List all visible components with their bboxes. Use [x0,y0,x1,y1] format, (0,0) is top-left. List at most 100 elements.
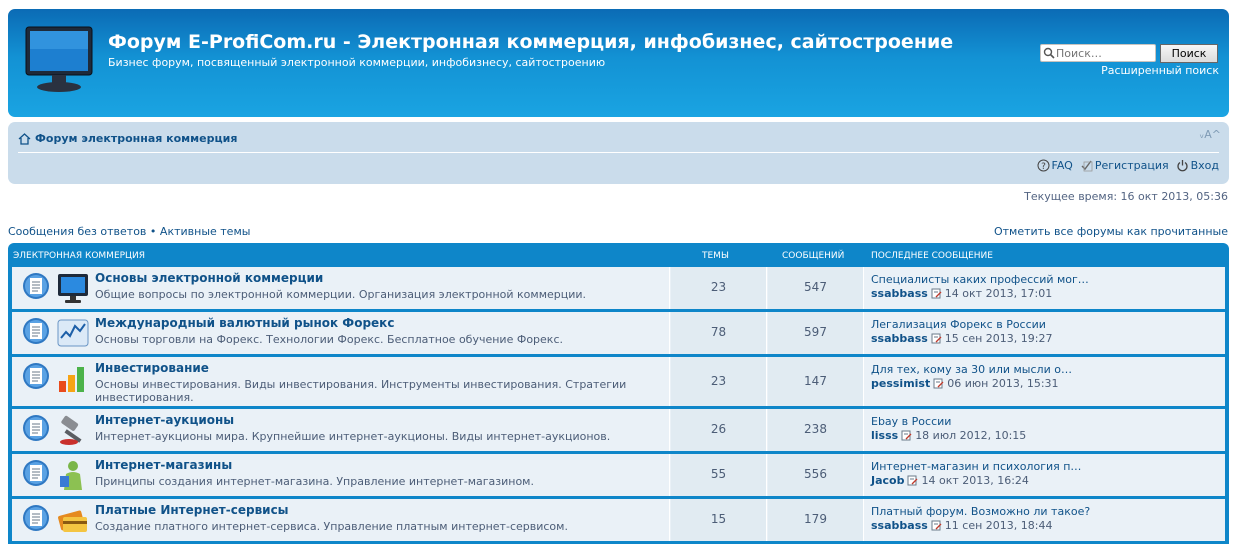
forum-posts-cell: 179 [768,499,864,541]
faq-link[interactable]: ? FAQ [1037,159,1073,172]
monitor-logo-icon[interactable] [22,21,96,95]
last-post-title-link[interactable]: Специалисты каких профессий мог… [871,273,1089,286]
forum-row[interactable]: Основы электронной коммерции Общие вопрос… [12,267,1225,309]
search-input[interactable] [1056,46,1154,60]
topics-count: 55 [710,467,727,481]
forum-info-cell: Платные Интернет-сервисы Создание платног… [12,499,670,541]
register-label: Регистрация [1094,159,1169,172]
view-latest-post-icon[interactable] [901,430,912,441]
forum-title-link[interactable]: Платные Интернет-сервисы [95,503,289,517]
forum-info-cell: Инвестирование Основы инвестирования. Вид… [12,357,670,406]
gavel-icon [60,415,82,445]
breadcrumb-home-link[interactable]: Форум электронная коммерция [35,132,237,145]
forum-description: Основы инвестирования. Виды инвестирован… [95,378,627,404]
forum-title-link[interactable]: Международный валютный рынок Форекс [95,316,394,330]
active-topics-link[interactable]: Активные темы [160,225,251,238]
last-post-meta: Jacob 14 окт 2013, 16:24 [871,474,1029,487]
last-post-date: 15 сен 2013, 19:27 [944,332,1053,345]
last-post-cell: Легализация Форекс в России ssabbass 15 се… [865,312,1225,354]
forum-topics-cell: 78 [671,312,767,354]
bar-chart-icon [59,367,84,392]
search-box [1040,44,1156,62]
view-latest-post-icon[interactable] [931,520,942,531]
forum-list-panel: Электронная коммерция Темы Сообщений Пос… [8,243,1229,544]
last-post-author-link[interactable]: ssabbass [871,332,928,345]
font-size-control[interactable]: ᵥA^ [1200,128,1221,141]
advanced-search-link[interactable]: Расширенный поиск [1101,64,1219,77]
current-time: Текущее время: 16 окт 2013, 05:36 [1024,190,1228,203]
forum-posts-cell: 556 [768,454,864,496]
forum-row[interactable]: Интернет-аукционы Интернет-аукционы мира.… [12,409,1225,451]
forum-read-icon [23,273,49,299]
last-post-author-link[interactable]: pessimist [871,377,930,390]
svg-text:?: ? [1041,162,1046,172]
view-latest-post-icon[interactable] [907,475,918,486]
last-post-author-link[interactable]: ssabbass [871,287,928,300]
register-link[interactable]: Регистрация [1080,159,1169,172]
site-title[interactable]: Форум E-ProfiCom.ru - Электронная коммер… [108,31,953,53]
last-post-author-link[interactable]: ssabbass [871,519,928,532]
forum-title-link[interactable]: Инвестирование [95,361,209,375]
forum-posts-cell: 147 [768,357,864,406]
unanswered-posts-link[interactable]: Сообщения без ответов [8,225,146,238]
nav-divider [18,152,1219,153]
view-latest-post-icon[interactable] [931,333,942,344]
forum-title-link[interactable]: Интернет-магазины [95,458,232,472]
navbar: Форум электронная коммерция ᵥA^ ? FAQ Ре… [8,122,1229,184]
forum-row[interactable]: Инвестирование Основы инвестирования. Вид… [12,357,1225,406]
last-post-title-link[interactable]: Ebay в России [871,415,951,428]
forum-list-header: Электронная коммерция Темы Сообщений Пос… [8,243,1229,266]
last-post-date: 06 июн 2013, 15:31 [947,377,1059,390]
last-post-date: 14 окт 2013, 17:01 [944,287,1053,300]
home-icon[interactable] [18,132,31,145]
last-post-author-link[interactable]: lisss [871,429,898,442]
forum-title-link[interactable]: Интернет-аукционы [95,413,234,427]
forum-topics-cell: 23 [671,267,767,309]
last-post-cell: Для тех, кому за 30 или мысли о… pessimis… [865,357,1225,406]
forum-row[interactable]: Платные Интернет-сервисы Создание платног… [12,499,1225,541]
forum-topics-cell: 26 [671,409,767,451]
forum-row[interactable]: Интернет-магазины Принципы создания интер… [12,454,1225,496]
last-post-title-link[interactable]: Для тех, кому за 30 или мысли о… [871,363,1072,376]
posts-header: Сообщений [782,251,845,261]
forum-description: Основы торговли на Форекс. Технологии Фо… [95,333,563,346]
forum-info-cell: Основы электронной коммерции Общие вопрос… [12,267,670,309]
last-post-title-link[interactable]: Интернет-магазин и психология п… [871,460,1081,473]
last-post-date: 18 июл 2012, 10:15 [915,429,1027,442]
topics-count: 23 [710,374,727,388]
forum-description: Создание платного интернет-сервиса. Упра… [95,520,568,533]
last-post-cell: Интернет-магазин и психология п… Jacob 14 … [865,454,1225,496]
search-button[interactable]: Поиск [1160,44,1218,63]
login-label: Вход [1190,159,1219,172]
faq-label: FAQ [1051,159,1073,172]
forum-read-icon [23,363,49,389]
login-link[interactable]: Вход [1176,159,1219,172]
topics-count: 15 [710,512,727,526]
forum-posts-cell: 238 [768,409,864,451]
last-post-title-link[interactable]: Платный форум. Возможно ли такое? [871,505,1090,518]
site-description: Бизнес форум, посвященный электронной ко… [108,56,606,69]
links-separator: • [149,225,157,238]
view-latest-post-icon[interactable] [931,288,942,299]
last-post-cell: Специалисты каких профессий мог… ssabbass… [865,267,1225,309]
mark-forums-read-link[interactable]: Отметить все форумы как прочитанные [994,225,1228,238]
forum-title-link[interactable]: Основы электронной коммерции [95,271,323,285]
forum-info-cell: Интернет-магазины Принципы создания интер… [12,454,670,496]
last-post-meta: ssabbass 14 окт 2013, 17:01 [871,287,1052,300]
last-post-author-link[interactable]: Jacob [871,474,904,487]
power-icon [1177,160,1188,172]
view-latest-post-icon[interactable] [933,378,944,389]
forum-info-cell: Интернет-аукционы Интернет-аукционы мира.… [12,409,670,451]
category-header[interactable]: Электронная коммерция [13,251,145,261]
last-post-cell: Платный форум. Возможно ли такое? ssabbas… [865,499,1225,541]
forum-row[interactable]: Международный валютный рынок Форекс Основ… [12,312,1225,354]
nav-links: ? FAQ Регистрация Вход [1037,159,1219,172]
last-post-title-link[interactable]: Легализация Форекс в России [871,318,1046,331]
forum-read-icon [23,318,49,344]
last-post-header: Последнее сообщение [871,251,993,261]
forum-posts-cell: 547 [768,267,864,309]
posts-count: 238 [804,422,827,436]
forum-topics-cell: 23 [671,357,767,406]
posts-count: 547 [804,280,827,294]
forum-read-icon [23,415,49,441]
